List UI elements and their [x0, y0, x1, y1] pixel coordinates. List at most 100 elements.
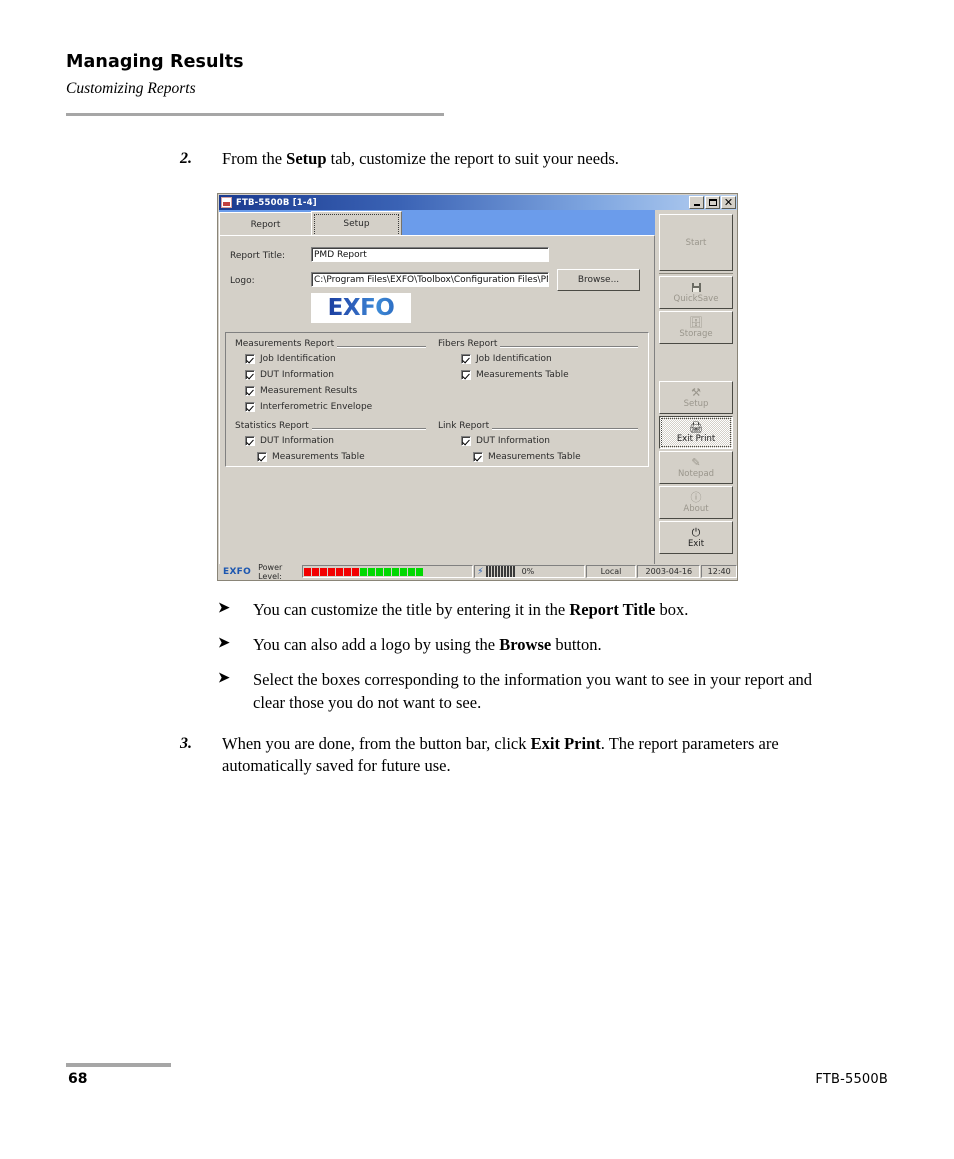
checkbox-job-identification[interactable]: Job Identification — [245, 354, 336, 364]
step-2-text-post: tab, customize the report to suit your n… — [326, 149, 619, 168]
minimize-icon[interactable] — [689, 196, 704, 209]
checkbox-link-measurements-table[interactable]: Measurements Table — [473, 452, 581, 462]
browse-button-label: Browse... — [577, 275, 620, 285]
notepad-button-label: Notepad — [677, 469, 715, 479]
checkbox-icon[interactable] — [245, 402, 255, 412]
storage-icon: 🗄 — [689, 315, 703, 329]
start-button-label: Start — [685, 238, 707, 248]
lightning-icon: ⚡ — [477, 566, 484, 577]
bullet-2-post: button. — [551, 635, 602, 654]
close-icon[interactable]: ✕ — [721, 196, 736, 209]
logo-label: Logo: — [230, 276, 255, 286]
checkbox-label: Job Identification — [476, 354, 552, 364]
progress-percent: 0% — [521, 567, 535, 576]
tab-report[interactable]: Report — [219, 212, 312, 236]
step-3: 3. When you are done, from the button ba… — [180, 733, 810, 777]
progress-segment — [506, 566, 509, 577]
power-icon: ⏻ — [691, 525, 701, 539]
progress-segments — [485, 566, 516, 577]
floppy-disk-icon — [691, 281, 701, 293]
progress-segment — [491, 566, 494, 577]
step-3-text-pre: When you are done, from the button bar, … — [222, 734, 531, 753]
header-divider — [66, 113, 444, 116]
checkbox-interferometric-envelope[interactable]: Interferometric Envelope — [245, 402, 372, 412]
power-segment-red — [351, 567, 359, 576]
notepad-icon: ✎ — [691, 455, 701, 469]
checkbox-measurement-results[interactable]: Measurement Results — [245, 386, 357, 396]
checkbox-icon[interactable] — [461, 354, 471, 364]
checkbox-label: DUT Information — [260, 370, 334, 380]
bullet-1-pre: You can customize the title by entering … — [253, 600, 570, 619]
checkbox-statistics-dut-information[interactable]: DUT Information — [245, 436, 334, 446]
setup-button-label: Setup — [683, 399, 709, 409]
checkbox-fibers-job-identification[interactable]: Job Identification — [461, 354, 552, 364]
checkbox-fibers-measurements-table[interactable]: Measurements Table — [461, 370, 569, 380]
group-link-report-label: Link Report — [438, 421, 493, 431]
exfo-logo: EXFO — [327, 294, 395, 321]
power-segment-red — [319, 567, 327, 576]
power-segment-green — [383, 567, 391, 576]
about-info-icon: ⓘ — [690, 490, 702, 504]
checkbox-icon[interactable] — [473, 452, 483, 462]
start-button[interactable]: Start — [659, 214, 733, 271]
location-status: Local — [585, 565, 637, 578]
checkbox-label: Measurements Table — [272, 452, 365, 462]
progress-segment — [497, 566, 500, 577]
exfo-brand-label: EXFO — [223, 566, 252, 577]
about-button[interactable]: ⓘ About — [659, 486, 733, 519]
checkbox-icon[interactable] — [245, 370, 255, 380]
maximize-icon[interactable] — [705, 196, 720, 209]
application-icon — [221, 197, 232, 208]
date-status: 2003-04-16 — [637, 565, 701, 578]
bullet-list: ➤ You can customize the title by enterin… — [218, 598, 838, 726]
power-segment-red — [335, 567, 343, 576]
power-segment-red — [327, 567, 335, 576]
setup-button[interactable]: ⚒ Setup — [659, 381, 733, 414]
checkbox-statistics-measurements-table[interactable]: Measurements Table — [257, 452, 365, 462]
checkbox-dut-information[interactable]: DUT Information — [245, 370, 334, 380]
checkbox-icon[interactable] — [461, 370, 471, 380]
power-segment-green — [359, 567, 367, 576]
power-segment-green — [415, 567, 423, 576]
report-options-panel: Measurements Report Job Identification D… — [225, 332, 649, 467]
printer-icon: 🖨 — [689, 420, 703, 434]
about-button-label: About — [683, 504, 709, 514]
exit-button[interactable]: ⏻ Exit — [659, 521, 733, 554]
report-title-input[interactable]: PMD Report — [311, 247, 549, 262]
arrow-bullet-icon: ➤ — [218, 636, 230, 651]
checkbox-link-dut-information[interactable]: DUT Information — [461, 436, 550, 446]
power-level-label: Power Level: — [258, 562, 283, 581]
notepad-button[interactable]: ✎ Notepad — [659, 451, 733, 484]
arrow-bullet-icon: ➤ — [218, 601, 230, 616]
window-titlebar: FTB-5500B [1-4] ✕ — [219, 195, 737, 210]
power-segment-red — [303, 567, 311, 576]
exit-print-button-label: Exit Print — [676, 434, 716, 444]
tab-setup[interactable]: Setup — [311, 211, 402, 236]
report-title-label: Report Title: — [230, 251, 286, 261]
quicksave-button[interactable]: QuickSave — [659, 276, 733, 309]
logo-path-input[interactable]: C:\Program Files\EXFO\Toolbox\Configurat… — [311, 272, 549, 287]
quicksave-button-label: QuickSave — [673, 294, 719, 304]
checkbox-icon[interactable] — [245, 436, 255, 446]
setup-tab-panel: Report Title: PMD Report Logo: C:\Progra… — [219, 235, 655, 565]
storage-button[interactable]: 🗄 Storage — [659, 311, 733, 344]
checkbox-icon[interactable] — [245, 386, 255, 396]
page-header: Managing Results Customizing Reports — [66, 52, 446, 98]
bullet-2-bold: Browse — [499, 635, 552, 654]
step-2: 2. From the Setup tab, customize the rep… — [180, 148, 800, 170]
bullet-1-post: box. — [655, 600, 689, 619]
page-subtitle: Customizing Reports — [66, 80, 196, 97]
checkbox-icon[interactable] — [257, 452, 267, 462]
power-segment-green — [391, 567, 399, 576]
tab-strip: Report Setup — [219, 210, 655, 236]
progress-segment — [503, 566, 506, 577]
step-2-text-pre: From the — [222, 149, 287, 168]
progress-segment — [509, 566, 512, 577]
checkbox-icon[interactable] — [461, 436, 471, 446]
power-segment-green — [375, 567, 383, 576]
checkbox-icon[interactable] — [245, 354, 255, 364]
exit-print-button[interactable]: 🖨 Exit Print — [659, 416, 733, 449]
step-2-text: From the Setup tab, customize the report… — [222, 148, 800, 170]
window-title: FTB-5500B [1-4] — [236, 197, 317, 208]
browse-button[interactable]: Browse... — [557, 269, 640, 291]
